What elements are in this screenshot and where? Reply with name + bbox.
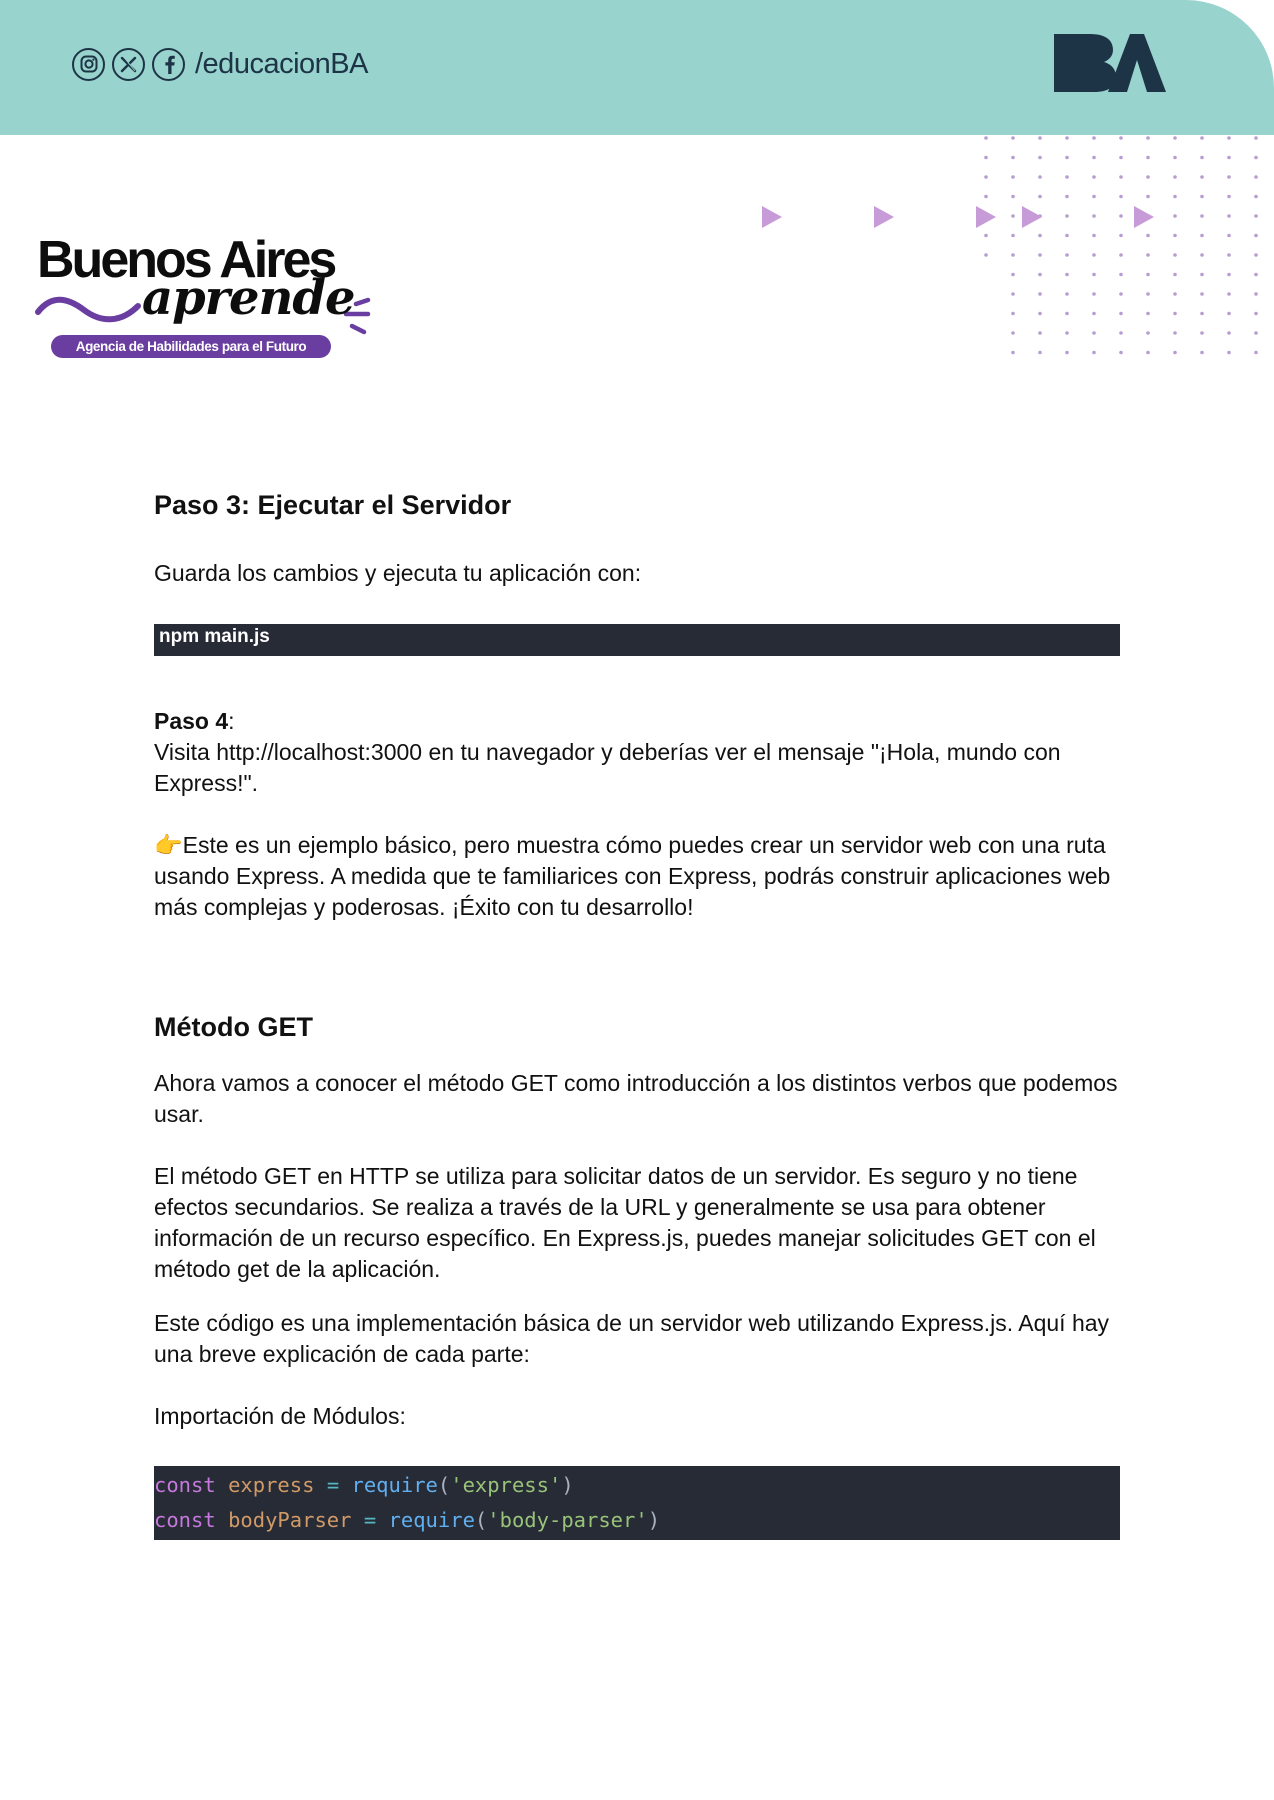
brand-tagline: Agencia de Habilidades para el Futuro xyxy=(51,335,331,358)
get-heading: Método GET xyxy=(154,1012,313,1042)
pointing-hand-icon: 👉 xyxy=(154,832,183,858)
tip-text: Este es un ejemplo básico, pero muestra … xyxy=(154,832,1111,920)
decorative-pattern xyxy=(762,136,1258,355)
instagram-icon[interactable] xyxy=(72,47,105,81)
get-paragraph-3: Este código es una implementación básica… xyxy=(154,1310,1110,1367)
social-links: /educacionBA xyxy=(72,44,368,84)
code-line-1: const express = require('express') xyxy=(154,1473,574,1497)
step4-paragraph: Paso 4: Visita http://localhost:3000 en t… xyxy=(154,706,1120,799)
modules-label: Importación de Módulos: xyxy=(154,1403,406,1429)
buenos-aires-aprende-logo: Buenos Aires aprende Agencia de Habilida… xyxy=(34,230,384,365)
command-block: npm main.js xyxy=(154,624,1120,656)
ba-logo xyxy=(1050,30,1168,96)
step4-text: Visita http://localhost:3000 en tu naveg… xyxy=(154,739,1061,796)
code-block: const express = require('express') const… xyxy=(154,1466,1120,1540)
brand-script: aprende xyxy=(142,270,355,326)
facebook-icon[interactable] xyxy=(152,47,185,81)
code-line-2: const bodyParser = require('body-parser'… xyxy=(154,1508,661,1532)
step3-intro: Guarda los cambios y ejecuta tu aplicaci… xyxy=(154,560,642,586)
x-icon[interactable] xyxy=(112,47,145,81)
step4-label: Paso 4 xyxy=(154,708,229,734)
header-bar: /educacionBA xyxy=(0,0,1274,135)
get-paragraph-2: El método GET en HTTP se utiliza para so… xyxy=(154,1163,1096,1282)
social-handle[interactable]: /educacionBA xyxy=(195,48,368,81)
step3-heading: Paso 3: Ejecutar el Servidor xyxy=(154,490,512,520)
get-paragraph-1: Ahora vamos a conocer el método GET como… xyxy=(154,1070,1118,1127)
step4-label-suffix: : xyxy=(228,708,235,734)
tip-paragraph: 👉Este es un ejemplo básico, pero muestra… xyxy=(154,830,1120,923)
